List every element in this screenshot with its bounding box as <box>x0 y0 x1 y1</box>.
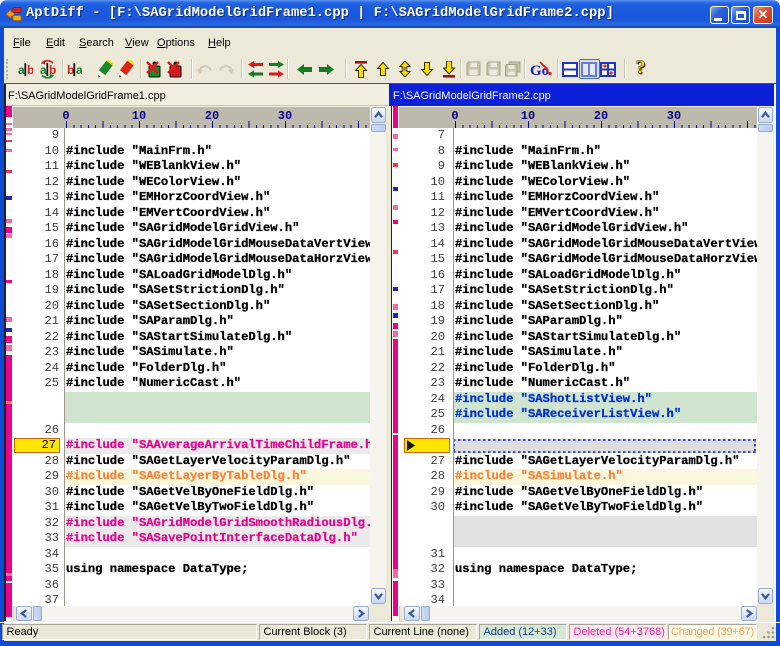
svg-text:Go: Go <box>530 63 549 78</box>
svg-text:b: b <box>67 63 74 76</box>
svg-text:a: a <box>18 63 25 76</box>
svg-text:?: ? <box>636 58 646 78</box>
svg-text:a: a <box>40 63 47 77</box>
svg-text:b: b <box>27 63 33 76</box>
svg-text:a: a <box>76 63 82 76</box>
